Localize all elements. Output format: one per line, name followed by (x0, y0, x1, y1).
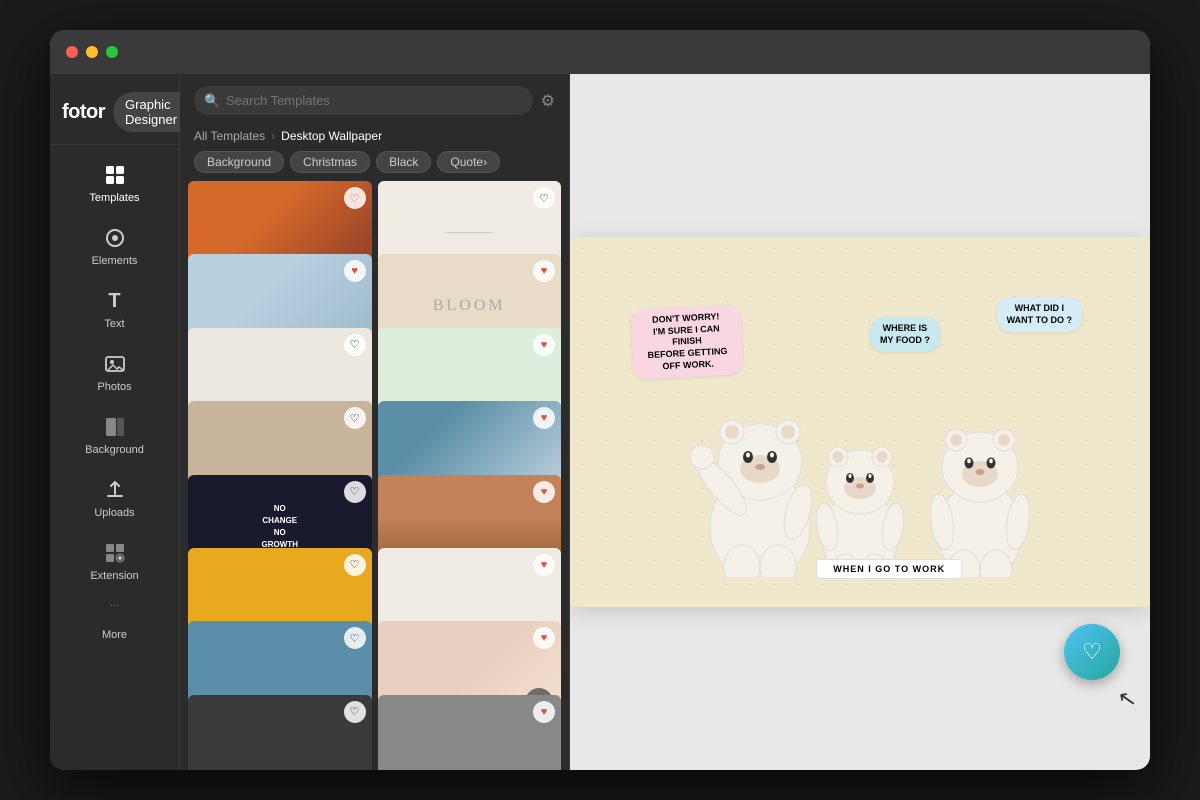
search-wrap: 🔍 ⚙ (194, 86, 555, 115)
main-layout: 🔍 ⚙ All Templates › Desktop Wallpaper Ba… (180, 74, 1150, 770)
templates-panel: 🔍 ⚙ All Templates › Desktop Wallpaper Ba… (180, 74, 570, 770)
sidebar-label-text: Text (104, 318, 124, 330)
filter-tag-quote[interactable]: Quote› (437, 151, 500, 173)
filter-tag-background[interactable]: Background (194, 151, 284, 173)
breadcrumb-root[interactable]: All Templates (194, 129, 265, 143)
sidebar-label-templates: Templates (89, 192, 139, 204)
fab-button[interactable]: ♡ (1064, 624, 1120, 680)
cursor-icon: ↖ (1115, 685, 1138, 714)
filter-icon[interactable]: ⚙ (541, 91, 555, 111)
sidebar-item-templates[interactable]: Templates (50, 153, 179, 212)
sidebar-item-elements[interactable]: Elements (50, 216, 179, 275)
sidebar-label-uploads: Uploads (94, 507, 134, 519)
left-sidebar: fotor Graphic Designer ▾ Templ (50, 74, 180, 770)
extension-icon (101, 539, 129, 567)
template-thumb[interactable]: ♡ (188, 695, 372, 770)
banner-text: WHEN I GO TO WORK (816, 559, 962, 579)
sidebar-item-uploads[interactable]: Uploads (50, 468, 179, 527)
sidebar-item-text[interactable]: T Text (50, 279, 179, 338)
sidebar-label-more: More (102, 629, 127, 641)
heart-icon[interactable]: ♡ (344, 627, 366, 649)
filter-tag-christmas[interactable]: Christmas (290, 151, 370, 173)
breadcrumb-current: Desktop Wallpaper (281, 129, 382, 143)
templates-grid: ♡ ♡ —————— ♥ The World BLOOM (180, 181, 569, 770)
speech-bubble-middle: WHERE ISMY FOOD ? (870, 317, 940, 352)
content-area: 🔍 ⚙ All Templates › Desktop Wallpaper Ba… (180, 74, 1150, 770)
app-window: fotor Graphic Designer ▾ Templ (50, 30, 1150, 770)
heart-icon[interactable]: ♥ (533, 481, 555, 503)
canvas-area: DON'T WORRY!I'M SURE I CAN FINISHBEFORE … (570, 74, 1150, 770)
sidebar-label-background: Background (85, 444, 144, 456)
heart-icon[interactable]: ♡ (344, 407, 366, 429)
sidebar-item-background[interactable]: Background (50, 405, 179, 464)
heart-icon[interactable]: ♡ (344, 554, 366, 576)
sidebar-label-photos: Photos (97, 381, 131, 393)
sidebar-item-photos[interactable]: Photos (50, 342, 179, 401)
filter-tag-black[interactable]: Black (376, 151, 431, 173)
bears-illustration (650, 357, 1070, 577)
breadcrumb: All Templates › Desktop Wallpaper (180, 123, 569, 147)
photos-icon (101, 350, 129, 378)
heart-icon[interactable]: ♥ (533, 627, 555, 649)
templates-icon (101, 161, 129, 189)
canvas-card: DON'T WORRY!I'M SURE I CAN FINISHBEFORE … (570, 237, 1150, 607)
heart-icon[interactable]: ♡ (344, 481, 366, 503)
designer-label: Graphic Designer (125, 97, 177, 127)
title-bar (50, 30, 1150, 74)
templates-header: 🔍 ⚙ (180, 74, 569, 123)
logo: fotor (62, 101, 105, 124)
breadcrumb-sep: › (271, 129, 275, 143)
close-button[interactable] (66, 46, 78, 58)
sidebar-label-extension: Extension (90, 570, 138, 582)
heart-icon[interactable]: ♡ (533, 187, 555, 209)
heart-icon[interactable]: ♥ (533, 701, 555, 723)
heart-icon[interactable]: ♥ (533, 334, 555, 356)
sidebar-item-extension[interactable]: Extension (50, 531, 179, 590)
sidebar-item-more[interactable]: More (50, 621, 179, 649)
app-content: fotor Graphic Designer ▾ Templ (50, 74, 1150, 770)
filter-tags: Background Christmas Black Quote› (180, 147, 569, 181)
heart-icon[interactable]: ♡ (344, 701, 366, 723)
heart-icon[interactable]: ♥ (344, 260, 366, 282)
heart-icon[interactable]: ♥ (533, 407, 555, 429)
template-thumb[interactable]: ♥ (378, 695, 562, 770)
heart-icon[interactable]: ♡ (344, 187, 366, 209)
sidebar-label-elements: Elements (92, 255, 138, 267)
uploads-icon (101, 476, 129, 504)
search-icon: 🔍 (204, 93, 220, 109)
heart-icon[interactable]: ♥ (533, 554, 555, 576)
heart-fab-icon: ♡ (1082, 639, 1102, 665)
search-input[interactable] (194, 86, 533, 115)
heart-icon[interactable]: ♡ (344, 334, 366, 356)
sidebar-divider: ··· (50, 594, 179, 617)
minimize-button[interactable] (86, 46, 98, 58)
speech-bubble-right: WHAT DID IWANT TO DO ? (997, 297, 1082, 332)
elements-icon (101, 224, 129, 252)
text-icon: T (101, 287, 129, 315)
background-icon (101, 413, 129, 441)
maximize-button[interactable] (106, 46, 118, 58)
